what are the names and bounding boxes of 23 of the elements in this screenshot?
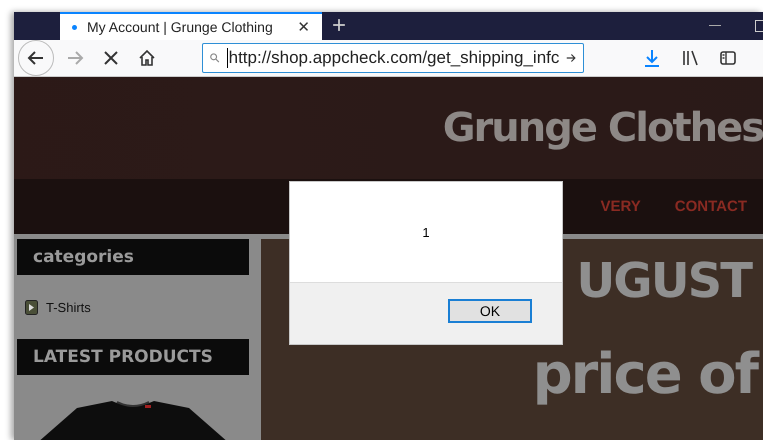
library-icon xyxy=(680,48,700,68)
tab-close-button[interactable]: ✕ xyxy=(297,18,310,36)
sidebar-heading: LATEST PRODUCTS xyxy=(17,339,249,375)
tab-title: My Account | Grunge Clothing xyxy=(87,19,274,35)
banner-text: price of xyxy=(532,347,757,403)
ok-button[interactable]: OK xyxy=(448,299,532,323)
new-tab-button[interactable]: + xyxy=(322,12,356,40)
maximize-icon[interactable] xyxy=(755,20,763,32)
play-icon xyxy=(25,300,38,314)
address-field[interactable]: http://shop.appcheck.com/get_shipping_infc xyxy=(202,43,584,73)
home-icon xyxy=(137,48,157,68)
download-icon xyxy=(642,48,662,68)
loading-icon xyxy=(72,24,77,30)
minimize-icon[interactable] xyxy=(709,25,721,27)
back-button[interactable] xyxy=(18,40,54,76)
browser-tab[interactable]: My Account | Grunge Clothing ✕ xyxy=(60,12,322,40)
sidebar-icon xyxy=(718,48,738,68)
address-text: http://shop.appcheck.com/get_shipping_infc xyxy=(226,48,560,68)
banner-text: UGUST xyxy=(576,257,751,305)
sidebar-heading: categories xyxy=(17,239,249,275)
alert-message: 1 xyxy=(422,224,430,240)
site-logo: Grunge Clothes xyxy=(442,105,763,151)
category-link[interactable]: T-Shirts xyxy=(17,275,255,339)
